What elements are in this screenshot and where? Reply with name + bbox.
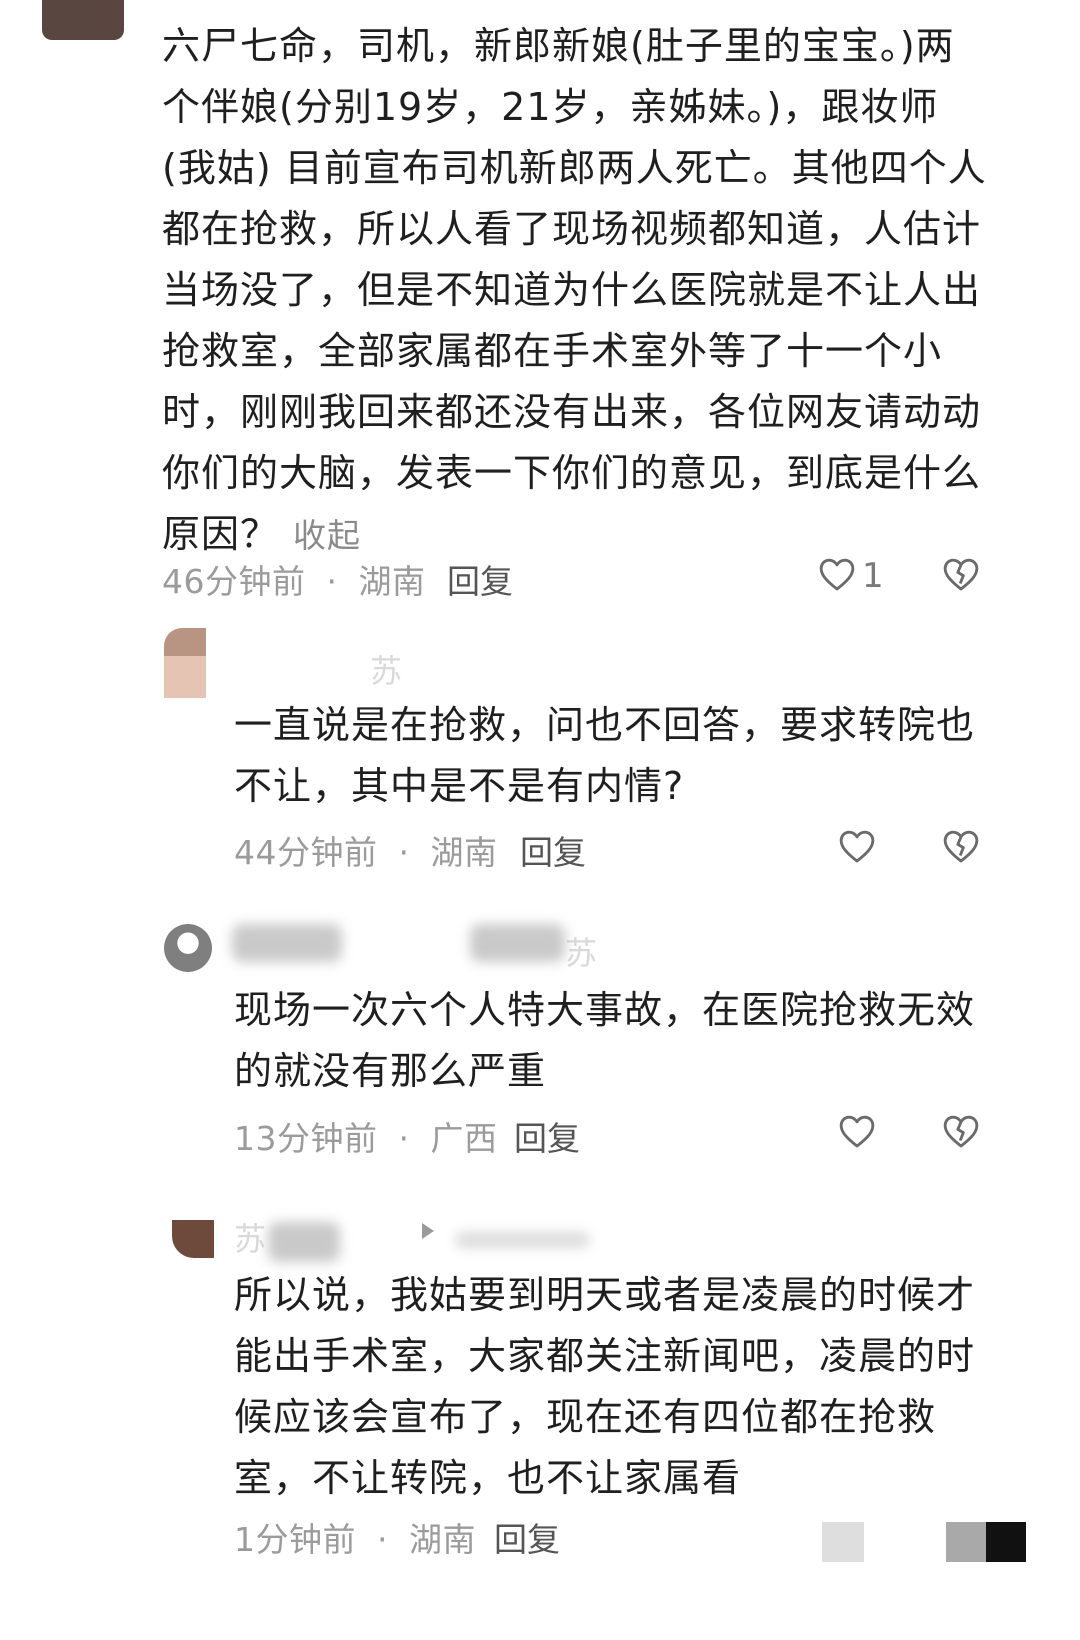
timestamp: 13分钟前 <box>234 1119 378 1158</box>
username-fragment[interactable]: 苏 <box>565 928 597 974</box>
redaction-block <box>986 1522 1026 1562</box>
like-button[interactable] <box>818 556 856 592</box>
username-redaction <box>268 1222 340 1262</box>
comment-meta: 13分钟前 · 广西 <box>234 1112 498 1160</box>
username-redaction <box>470 924 565 962</box>
username-fragment[interactable]: 苏 <box>370 646 402 692</box>
comment-text: 现场一次六个人特大事故，在医院抢救无效的就没有那么严重 <box>234 988 976 1093</box>
redaction-block <box>946 1522 986 1562</box>
timestamp: 1分钟前 <box>234 1520 356 1559</box>
play-triangle-icon <box>420 1222 436 1240</box>
comment-meta: 46分钟前 · 湖南 <box>162 555 426 603</box>
like-button[interactable] <box>838 1113 876 1149</box>
reply-button[interactable]: 回复 <box>520 826 586 874</box>
reply-button[interactable]: 回复 <box>514 1112 580 1160</box>
timestamp: 46分钟前 <box>162 562 306 601</box>
meta-separator: · <box>398 833 410 872</box>
avatar[interactable] <box>42 0 124 40</box>
reply-button[interactable]: 回复 <box>447 555 513 603</box>
location: 湖南 <box>409 1520 476 1559</box>
like-count: 1 <box>862 556 884 596</box>
comment-meta: 44分钟前 · 湖南 <box>234 826 498 874</box>
username-fragment[interactable]: 苏 <box>234 1214 266 1260</box>
comment-text: 一直说是在抢救，问也不回答，要求转院也不让，其中是不是有内情? <box>234 703 976 808</box>
broken-heart-icon <box>942 1113 980 1149</box>
location: 湖南 <box>430 833 498 872</box>
avatar[interactable] <box>172 1220 214 1258</box>
location: 湖南 <box>358 562 426 601</box>
username-redaction <box>455 1232 590 1248</box>
meta-separator: · <box>377 1520 388 1559</box>
avatar[interactable] <box>164 924 212 972</box>
dislike-button[interactable] <box>942 556 980 592</box>
dislike-button[interactable] <box>942 828 980 864</box>
comment-text: 所以说，我姑要到明天或者是凌晨的时候才能出手术室，大家都关注新闻吧，凌晨的时候应… <box>234 1273 976 1500</box>
broken-heart-icon <box>942 828 980 864</box>
avatar[interactable] <box>164 628 206 698</box>
heart-icon <box>838 828 876 864</box>
timestamp: 44分钟前 <box>234 833 378 872</box>
broken-heart-icon <box>942 556 980 592</box>
comment-text: 六尸七命，司机，新郎新娘(肚子里的宝宝。)两个伴娘(分别19岁，21岁，亲姊妹。… <box>162 16 992 566</box>
username-redaction <box>232 924 342 962</box>
meta-separator: · <box>398 1119 410 1158</box>
redaction-block <box>822 1522 864 1562</box>
like-button[interactable] <box>838 828 876 864</box>
comment-body: 六尸七命，司机，新郎新娘(肚子里的宝宝。)两个伴娘(分别19岁，21岁，亲姊妹。… <box>162 24 987 556</box>
dislike-button[interactable] <box>942 1113 980 1149</box>
heart-icon <box>838 1113 876 1149</box>
collapse-link[interactable]: 收起 <box>293 516 361 555</box>
meta-separator: · <box>326 562 338 601</box>
heart-icon <box>818 556 856 592</box>
comment-meta: 1分钟前 · 湖南 <box>234 1513 476 1561</box>
reply-button[interactable]: 回复 <box>494 1513 560 1561</box>
location: 广西 <box>430 1119 498 1158</box>
